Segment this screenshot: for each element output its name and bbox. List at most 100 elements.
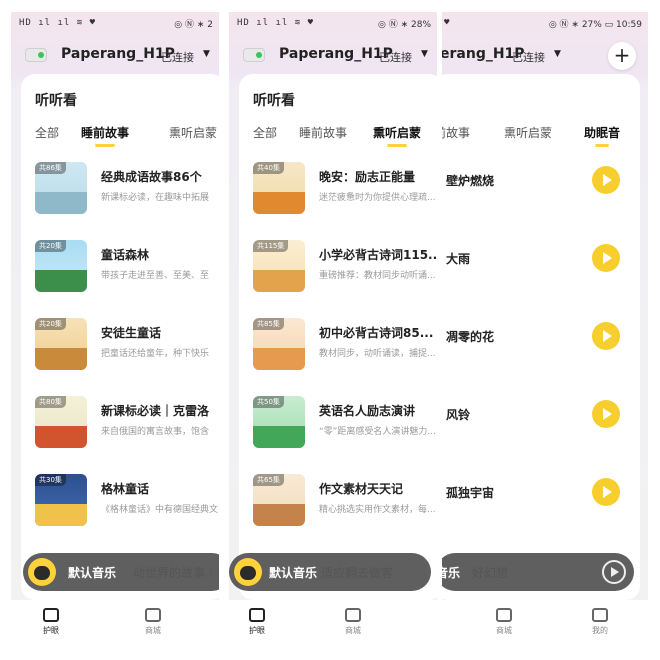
item-title: 格林童话 (101, 482, 150, 496)
status-bar: ♥ ◎ Ⓝ ∗ 27% ▭ 10:59 (442, 12, 648, 34)
status-right-icons: ◎ Ⓝ ∗ 27% ▭ 10:59 (548, 20, 642, 30)
play-icon[interactable] (592, 478, 620, 506)
connection-status: 已连接 (512, 51, 545, 64)
mini-player[interactable]: 适应翻去做客 默认音乐 (229, 553, 431, 591)
tab-all[interactable]: 全部 (35, 124, 59, 141)
tab-bedtime[interactable]: 前故事 (442, 124, 470, 141)
item-subtitle: 来自俄国的寓言故事，饱含 (101, 427, 210, 437)
tab-enlight[interactable]: 熏听启蒙 (504, 124, 552, 141)
list-item[interactable]: 共115集 小学必背古诗词115... 重磅推荐：教材同步动听诵... (253, 240, 437, 300)
item-subtitle: 精心挑选实用作文素材，每... (319, 505, 436, 515)
nav-shop[interactable]: 商城 (333, 608, 373, 636)
status-right-icons: ◎ Ⓝ ∗ 28% (378, 20, 431, 30)
tab-all[interactable]: 全部 (253, 124, 277, 141)
nav-label: 我的 (592, 626, 608, 635)
item-title: 安徒生童话 (101, 326, 162, 340)
list-item[interactable]: 共85集 初中必背古诗词85... 教材同步，动听诵读，捕捉... (253, 318, 437, 378)
list-item[interactable]: 大雨 (442, 240, 640, 300)
item-subtitle: 带孩子走进至善、至美、至 (101, 271, 210, 281)
play-icon[interactable] (592, 322, 620, 350)
nav-shop[interactable]: 商城 (133, 608, 173, 636)
status-left-icons: HD ıl ıl ≋ ♥ (19, 18, 97, 28)
content-card: 听听看 全部 睡前故事 熏听启蒙 共86集 经典成语故事86个 新课标必读，在趣… (21, 74, 219, 600)
bottom-nav: 护眼 商城 (229, 600, 437, 650)
caret-down-icon[interactable]: ▼ (554, 49, 561, 59)
device-name: Paperang_H1P (61, 46, 175, 62)
device-selector[interactable]: Paperang_H1P 已连接 ▼ (11, 42, 219, 68)
list-item[interactable]: 共40集 晚安：励志正能量 迷茫疲惫时为你提供心理疏... (253, 162, 437, 222)
episode-badge: 共50集 (253, 396, 284, 408)
caret-down-icon[interactable]: ▼ (421, 49, 428, 59)
add-device-button[interactable]: + (608, 42, 636, 70)
nav-eye[interactable]: 护眼 (31, 608, 71, 636)
item-subtitle: 把童话还给童年，种下快乐 (101, 349, 210, 359)
connection-status: 已连接 (161, 51, 194, 64)
device-selector[interactable]: Paperang_H1P 已连接 ▼ (229, 42, 437, 68)
tab-bedtime[interactable]: 睡前故事 (81, 124, 129, 147)
eye-icon (249, 608, 265, 622)
list-item[interactable]: 共80集 新课标必读｜克雷洛 来自俄国的寓言故事，饱含 (35, 396, 219, 456)
item-title: 晚安：励志正能量 (319, 170, 416, 184)
list-item[interactable]: 共65集 作文素材天天记 精心挑选实用作文素材，每... (253, 474, 437, 534)
nav-eye[interactable]: 护眼 (237, 608, 277, 636)
section-title: 听听看 (35, 93, 77, 109)
list-item[interactable]: 共86集 经典成语故事86个 新课标必读，在趣味中拓展 (35, 162, 219, 222)
cover-image: 共65集 (253, 474, 305, 526)
list-item[interactable]: 共30集 格林童话 《格林童话》中有德国经典文 (35, 474, 219, 534)
list-item[interactable]: 孤独宇宙 (442, 474, 640, 534)
item-subtitle: 重磅推荐：教材同步动听诵... (319, 271, 436, 281)
status-left-icons: HD ıl ıl ≋ ♥ (237, 18, 315, 28)
connection-status: 已连接 (379, 51, 412, 64)
cat-avatar-icon (28, 558, 56, 586)
printer-icon (25, 48, 47, 62)
list-item[interactable]: 共20集 童话森林 带孩子走进至善、至美、至 (35, 240, 219, 300)
list-item[interactable]: 共20集 安徒生童话 把童话还给童年，种下快乐 (35, 318, 219, 378)
episode-badge: 共80集 (35, 396, 66, 408)
tab-enlight[interactable]: 熏听启蒙 (169, 124, 217, 141)
list-item[interactable]: 风铃 (442, 396, 640, 456)
list-item[interactable]: 共50集 英语名人励志演讲 “零”距离感受名人演讲魅力... (253, 396, 437, 456)
item-title: 风铃 (446, 408, 471, 422)
shopping-bag-icon (145, 608, 161, 622)
caret-down-icon[interactable]: ▼ (203, 49, 210, 59)
nav-label: 商城 (496, 626, 512, 635)
cover-image: 共20集 (35, 240, 87, 292)
play-icon[interactable] (592, 166, 620, 194)
device-selector[interactable]: erang_H1P 已连接 ▼ + (442, 42, 648, 70)
episode-badge: 共85集 (253, 318, 284, 330)
episode-badge: 共115集 (253, 240, 289, 252)
play-circle-icon[interactable] (602, 560, 626, 584)
item-subtitle: 《格林童话》中有德国经典文 (101, 505, 219, 515)
item-title: 作文素材天天记 (319, 482, 404, 496)
printer-icon (243, 48, 265, 62)
item-title: 大雨 (446, 252, 471, 266)
tab-bedtime[interactable]: 睡前故事 (299, 124, 347, 141)
cover-image: 共20集 (35, 318, 87, 370)
item-subtitle: 迷茫疲惫时为你提供心理疏... (319, 193, 436, 203)
list-item[interactable]: 壁炉燃烧 (442, 162, 640, 222)
item-subtitle: “零”距离感受名人演讲魅力... (319, 427, 436, 437)
play-icon[interactable] (592, 400, 620, 428)
list-item[interactable]: 凋零的花 (442, 318, 640, 378)
cat-avatar-icon (234, 558, 262, 586)
tab-sleep[interactable]: 助眠音 (584, 124, 620, 147)
shopping-bag-icon (496, 608, 512, 622)
cover-image: 共86集 (35, 162, 87, 214)
section-title: 听听看 (253, 93, 295, 109)
item-title: 小学必背古诗词115... (319, 248, 437, 262)
mini-player[interactable]: 动世界的故事｜西 默认音乐 (23, 553, 219, 591)
player-label: 默认音乐 (269, 566, 318, 580)
nav-me[interactable]: 我的 (580, 608, 620, 636)
episode-badge: 共86集 (35, 162, 66, 174)
player-underlying-text: 好幻想 (472, 566, 509, 580)
tab-enlight[interactable]: 熏听启蒙 (373, 124, 421, 147)
eye-icon (43, 608, 59, 622)
play-icon[interactable] (592, 244, 620, 272)
nav-label: 护眼 (43, 626, 59, 635)
cover-image: 共50集 (253, 396, 305, 448)
item-title: 经典成语故事86个 (101, 170, 202, 184)
mini-player[interactable]: 音乐 好幻想 (442, 553, 634, 591)
cover-image: 共30集 (35, 474, 87, 526)
nav-shop[interactable]: 商城 (484, 608, 524, 636)
episode-badge: 共65集 (253, 474, 284, 486)
